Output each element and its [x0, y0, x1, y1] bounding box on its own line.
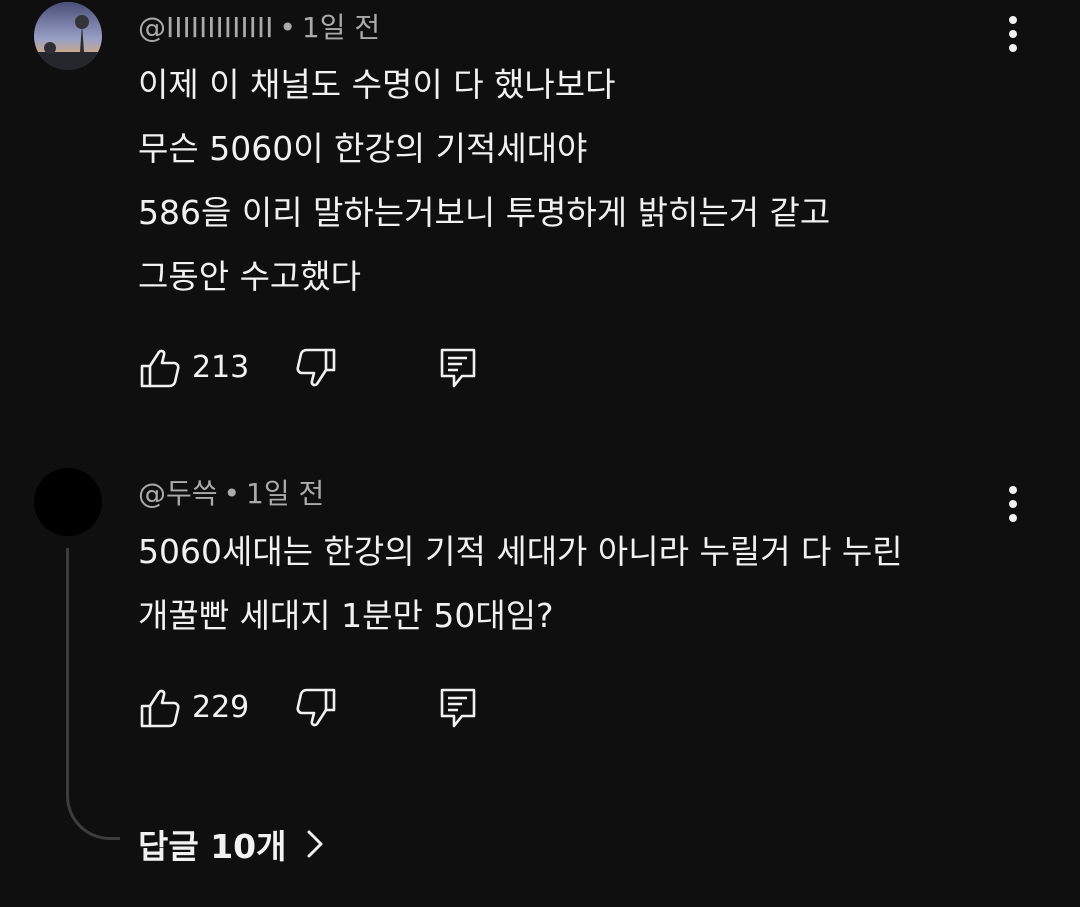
author-handle[interactable]: @두쓱	[138, 477, 218, 510]
thumbs-down-icon	[296, 688, 336, 727]
reply-comment-icon	[440, 348, 476, 388]
comment-body: 5060세대는 한강의 기적 세대가 아니라 누릴거 다 누린 개꿀빤 세대지 …	[138, 520, 903, 648]
comment-time: 1일 전	[301, 11, 381, 44]
more-vertical-icon-dot	[1009, 514, 1017, 522]
more-vertical-icon	[1009, 16, 1017, 24]
comment-line: 그동안 수고했다	[138, 257, 362, 296]
author-handle[interactable]: @IIIIIIIIIIIII	[138, 11, 273, 44]
comment-meta: @두쓱 • 1일 전	[138, 472, 324, 512]
thread-connector-line	[66, 548, 120, 840]
thumbs-up-icon	[140, 689, 180, 728]
thumbs-up-icon	[140, 349, 180, 388]
like-button[interactable]	[138, 686, 182, 730]
more-vertical-icon	[1009, 486, 1017, 494]
like-count: 213	[192, 350, 250, 385]
dislike-button[interactable]	[294, 346, 338, 390]
meta-separator: •	[223, 477, 241, 510]
comment-line: 개꿀빤 세대지 1분만 50대임?	[138, 596, 554, 635]
view-replies-button[interactable]: 답글 10개	[138, 820, 325, 868]
comments-page: @IIIIIIIIIIIII • 1일 전 이제 이 채널도 수명이 다 했나보다 …	[0, 0, 1080, 907]
avatar[interactable]	[34, 2, 102, 70]
comment-line: 이제 이 채널도 수명이 다 했나보다	[138, 65, 616, 104]
comment-meta: @IIIIIIIIIIIII • 1일 전	[138, 6, 380, 46]
more-vertical-icon-dot	[1009, 44, 1017, 52]
like-count: 229	[192, 690, 250, 725]
more-vertical-icon-dot	[1009, 500, 1017, 508]
comment-line: 586을 이리 말하는거보니 투명하게 밝히는거 같고	[138, 193, 831, 232]
dislike-button[interactable]	[294, 686, 338, 730]
comment-menu-button[interactable]	[1000, 14, 1026, 54]
replies-label: 답글 10개	[138, 827, 287, 866]
comment-time: 1일 전	[246, 477, 325, 510]
comment-menu-button[interactable]	[1000, 484, 1026, 524]
chevron-right-icon	[307, 830, 322, 858]
comment-body: 이제 이 채널도 수명이 다 했나보다 무슨 5060이 한강의 기적세대야 5…	[138, 53, 830, 309]
avatar[interactable]	[34, 468, 102, 536]
comment-actions: 229	[138, 686, 498, 730]
avatar-landscape-image	[34, 2, 102, 70]
comment-actions: 213	[138, 346, 498, 390]
meta-separator: •	[279, 11, 296, 44]
reply-comment-icon	[440, 688, 476, 728]
reply-button[interactable]	[436, 346, 480, 390]
like-button[interactable]	[138, 346, 182, 390]
comment-line: 무슨 5060이 한강의 기적세대야	[138, 129, 588, 168]
comment-line: 5060세대는 한강의 기적 세대가 아니라 누릴거 다 누린	[138, 532, 903, 571]
thumbs-down-icon	[296, 348, 336, 387]
reply-button[interactable]	[436, 686, 480, 730]
more-vertical-icon-dot	[1009, 30, 1017, 38]
